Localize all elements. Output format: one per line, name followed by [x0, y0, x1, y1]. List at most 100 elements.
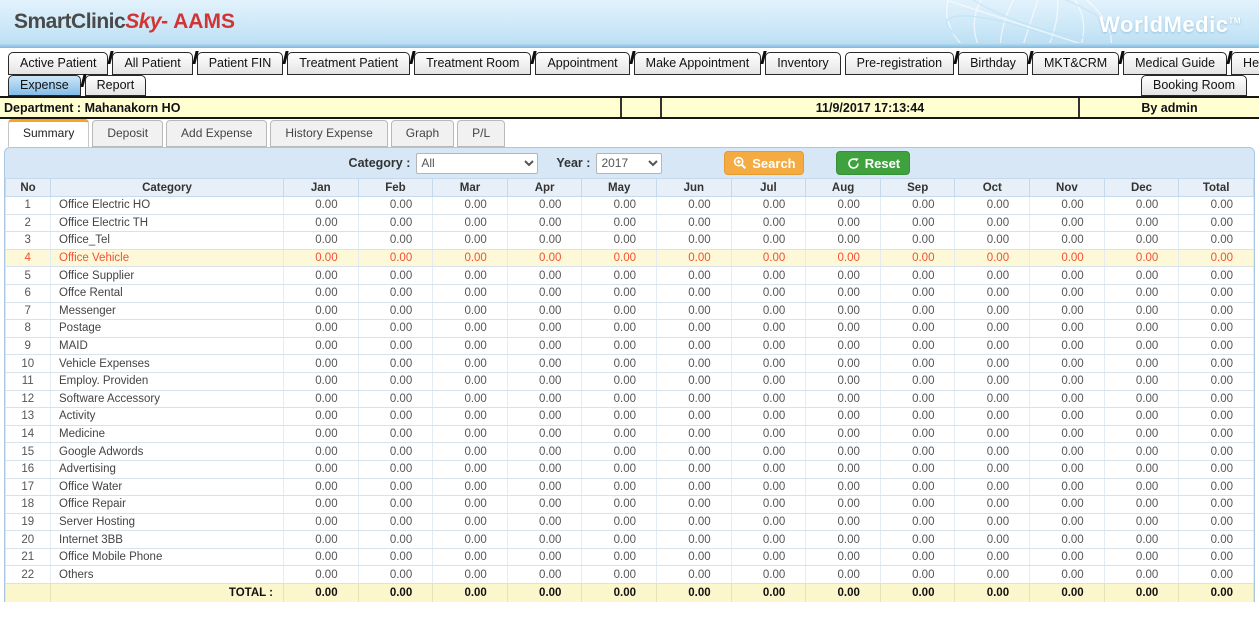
nav-tab-active-patient[interactable]: Active Patient [8, 52, 108, 75]
category-cell: Activity [51, 408, 284, 426]
nav-tab-help[interactable]: Help [1231, 52, 1259, 75]
value-cell: 0.00 [955, 443, 1030, 461]
value-cell: 0.00 [657, 548, 732, 566]
logo-sky: Sky [125, 10, 161, 33]
value-cell: 0.00 [1179, 302, 1254, 320]
table-row[interactable]: 11Employ. Providen0.000.000.000.000.000.… [6, 372, 1254, 390]
value-cell: 0.00 [1104, 267, 1179, 285]
table-row[interactable]: 21Office Mobile Phone0.000.000.000.000.0… [6, 548, 1254, 566]
table-row[interactable]: 6Offce Rental0.000.000.000.000.000.000.0… [6, 284, 1254, 302]
value-cell: 0.00 [507, 320, 582, 338]
table-row[interactable]: 20Internet 3BB0.000.000.000.000.000.000.… [6, 531, 1254, 549]
total-value-cell: 0.00 [955, 584, 1030, 602]
value-cell: 0.00 [284, 372, 359, 390]
value-cell: 0.00 [582, 425, 657, 443]
value-cell: 0.00 [657, 284, 732, 302]
nav-tab-pre-registration[interactable]: Pre-registration [845, 52, 954, 75]
category-cell: Internet 3BB [51, 531, 284, 549]
table-row[interactable]: 14Medicine0.000.000.000.000.000.000.000.… [6, 425, 1254, 443]
total-value-cell: 0.00 [731, 584, 806, 602]
tab-add-expense[interactable]: Add Expense [166, 120, 267, 147]
table-row[interactable]: 17Office Water0.000.000.000.000.000.000.… [6, 478, 1254, 496]
value-cell: 0.00 [582, 443, 657, 461]
table-row[interactable]: 15Google Adwords0.000.000.000.000.000.00… [6, 443, 1254, 461]
value-cell: 0.00 [284, 566, 359, 584]
nav-tab-inventory[interactable]: Inventory [765, 52, 840, 75]
nav-tab-report[interactable]: Report [85, 75, 147, 96]
value-cell: 0.00 [806, 390, 881, 408]
value-cell: 0.00 [284, 548, 359, 566]
nav-tab-treatment-room[interactable]: Treatment Room [414, 52, 531, 75]
value-cell: 0.00 [955, 548, 1030, 566]
value-cell: 0.00 [433, 513, 508, 531]
value-cell: 0.00 [880, 249, 955, 267]
table-row[interactable]: 12Software Accessory0.000.000.000.000.00… [6, 390, 1254, 408]
table-row[interactable]: 10Vehicle Expenses0.000.000.000.000.000.… [6, 355, 1254, 373]
table-row[interactable]: 18Office Repair0.000.000.000.000.000.000… [6, 496, 1254, 514]
reset-button[interactable]: Reset [836, 151, 910, 175]
info-bar: Department : Mahanakorn HO 11/9/2017 17:… [0, 96, 1259, 119]
nav-tab-expense[interactable]: Expense [8, 75, 81, 96]
year-select[interactable]: 2017 [596, 153, 662, 174]
nav-tab-all-patient[interactable]: All Patient [112, 52, 192, 75]
tab-graph[interactable]: Graph [391, 120, 454, 147]
tab-history-expense[interactable]: History Expense [270, 120, 387, 147]
value-cell: 0.00 [1179, 425, 1254, 443]
total-value-cell: 0.00 [507, 584, 582, 602]
nav-tab-birthday[interactable]: Birthday [958, 52, 1028, 75]
value-cell: 0.00 [955, 531, 1030, 549]
value-cell: 0.00 [433, 390, 508, 408]
table-row[interactable]: 7Messenger0.000.000.000.000.000.000.000.… [6, 302, 1254, 320]
nav-subtabs-left: ExpenseReport [8, 75, 150, 96]
value-cell: 0.00 [731, 337, 806, 355]
table-row[interactable]: 5Office Supplier0.000.000.000.000.000.00… [6, 267, 1254, 285]
table-row[interactable]: 8Postage0.000.000.000.000.000.000.000.00… [6, 320, 1254, 338]
table-row[interactable]: 19Server Hosting0.000.000.000.000.000.00… [6, 513, 1254, 531]
column-header-sep: Sep [880, 179, 955, 197]
nav-tab-mkt-crm[interactable]: MKT&CRM [1032, 52, 1119, 75]
value-cell: 0.00 [880, 320, 955, 338]
tab-p-l[interactable]: P/L [457, 120, 505, 147]
value-cell: 0.00 [806, 460, 881, 478]
value-cell: 0.00 [657, 531, 732, 549]
value-cell: 0.00 [806, 566, 881, 584]
nav-tab-booking-room[interactable]: Booking Room [1141, 75, 1247, 96]
table-row[interactable]: 16Advertising0.000.000.000.000.000.000.0… [6, 460, 1254, 478]
table-row[interactable]: 22Others0.000.000.000.000.000.000.000.00… [6, 566, 1254, 584]
row-number-cell: 3 [6, 232, 51, 250]
value-cell: 0.00 [284, 390, 359, 408]
value-cell: 0.00 [284, 284, 359, 302]
value-cell: 0.00 [507, 460, 582, 478]
table-row[interactable]: 4Office Vehicle0.000.000.000.000.000.000… [6, 249, 1254, 267]
nav-tab-patient-fin[interactable]: Patient FIN [197, 52, 284, 75]
value-cell: 0.00 [582, 513, 657, 531]
tab-deposit[interactable]: Deposit [92, 120, 163, 147]
table-row[interactable]: 3Office_Tel0.000.000.000.000.000.000.000… [6, 232, 1254, 250]
nav-tab-appointment[interactable]: Appointment [535, 52, 629, 75]
value-cell: 0.00 [955, 337, 1030, 355]
app-banner: SmartClinicSky- AAMS WorldMedicTM [0, 0, 1259, 48]
value-cell: 0.00 [1030, 548, 1105, 566]
nav-tab-make-appointment[interactable]: Make Appointment [634, 52, 762, 75]
filter-bar: Category : All Year : 2017 Search Reset [5, 148, 1254, 178]
value-cell: 0.00 [1179, 267, 1254, 285]
value-cell: 0.00 [284, 232, 359, 250]
nav-tab-medical-guide[interactable]: Medical Guide [1123, 52, 1227, 75]
value-cell: 0.00 [657, 267, 732, 285]
table-row[interactable]: 13Activity0.000.000.000.000.000.000.000.… [6, 408, 1254, 426]
value-cell: 0.00 [507, 372, 582, 390]
table-row[interactable]: 1Office Electric HO0.000.000.000.000.000… [6, 197, 1254, 215]
tab-summary[interactable]: Summary [8, 119, 89, 147]
value-cell: 0.00 [582, 284, 657, 302]
value-cell: 0.00 [806, 249, 881, 267]
row-number-cell: 2 [6, 214, 51, 232]
table-row[interactable]: 9MAID0.000.000.000.000.000.000.000.000.0… [6, 337, 1254, 355]
value-cell: 0.00 [1030, 513, 1105, 531]
value-cell: 0.00 [284, 302, 359, 320]
category-select[interactable]: All [416, 153, 538, 174]
nav-tab-treatment-patient[interactable]: Treatment Patient [287, 52, 410, 75]
search-button[interactable]: Search [724, 151, 804, 175]
value-cell: 0.00 [955, 355, 1030, 373]
table-row[interactable]: 2Office Electric TH0.000.000.000.000.000… [6, 214, 1254, 232]
nav-row-1: Active PatientAll PatientPatient FINTrea… [0, 52, 1259, 75]
